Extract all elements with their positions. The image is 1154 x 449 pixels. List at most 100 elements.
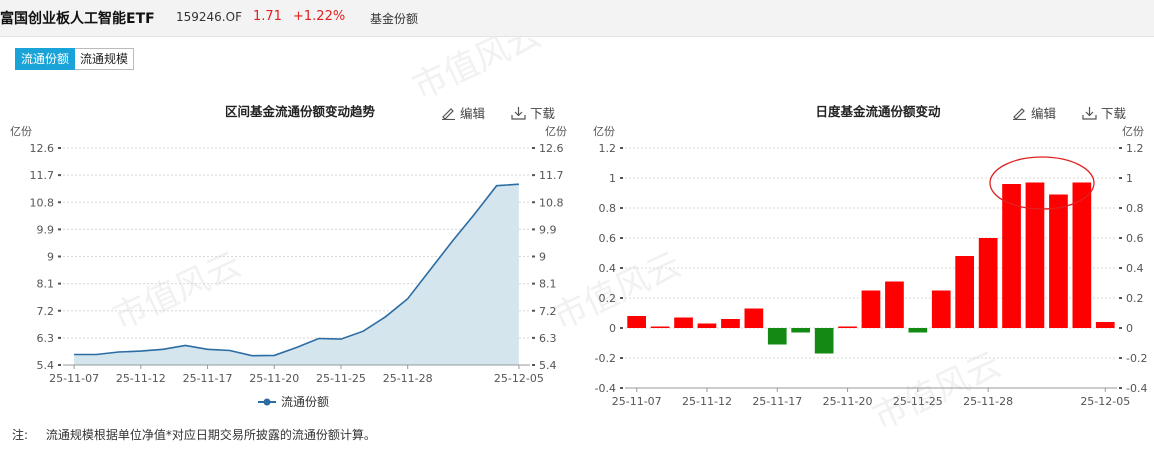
left-ytick-mark-left [58,228,61,231]
left-ytick-mark-right [532,364,535,366]
right-y-unit-right: 亿份 [1122,125,1144,138]
right-y-unit-left: 亿份 [593,125,615,138]
right-bar [697,323,717,328]
right-bar [791,328,810,333]
tab-circulating-shares[interactable]: 流通份额 [15,48,76,70]
left-xtick-label: 25-11-20 [249,372,299,385]
right-ytick-label-left: 1 [609,172,616,185]
right-ytick-mark-right [1119,267,1122,269]
left-ytick-label-left: 8.1 [37,278,55,291]
left-xtick-label: 25-11-28 [383,372,433,385]
edit-icon [1013,107,1026,120]
left-ytick-mark-left [58,282,61,285]
fund-code: 159246.OF [176,10,242,24]
right-ytick-mark-left [620,177,623,179]
right-ytick-label-right: -0.2 [1126,352,1147,365]
right-ytick-mark-left [620,147,623,149]
left-ytick-mark-right [532,336,535,339]
right-ytick-mark-left [620,267,623,269]
left-y-unit-right: 亿份 [545,125,567,138]
download-icon [1082,106,1097,120]
right-ytick-label-left: 0 [609,322,616,335]
left-ytick-label-left: 9.9 [37,223,55,236]
right-ytick-label-right: 1.2 [1126,142,1144,155]
footnote: 注: 流通规模根据单位净值*对应日期交易所披露的流通份额计算。 [12,426,376,443]
left-ytick-label-right: 5.4 [539,359,557,372]
left-y-unit-left: 亿份 [10,125,32,138]
left-ytick-mark-right [532,309,535,312]
right-ytick-mark-right [1119,357,1122,359]
right-ytick-label-right: 0.4 [1126,262,1144,275]
left-ytick-mark-right [532,201,535,204]
right-xtick-label: 25-11-12 [682,395,732,408]
tab-circulating-scale[interactable]: 流通规模 [75,48,135,70]
right-xtick-label: 25-12-05 [1080,395,1130,408]
fund-price: 1.71 [253,9,282,24]
left-ytick-label-left: 6.3 [37,332,55,345]
left-ytick-label-left: 11.7 [30,169,55,182]
right-ytick-label-right: -0.4 [1126,382,1147,395]
left-ytick-mark-right [532,282,535,285]
left-ytick-mark-left [58,201,61,204]
left-ytick-label-right: 7.2 [539,305,557,318]
right-bar [885,281,904,328]
right-bar [767,328,787,345]
right-bar [978,238,998,328]
right-ytick-mark-right [1119,147,1122,149]
right-bar [838,326,857,328]
right-xtick-label: 25-11-28 [963,395,1013,408]
right-ytick-mark-left [620,327,623,329]
right-ytick-mark-right [1119,237,1122,239]
left-xtick-label: 25-11-25 [316,372,366,385]
left-ytick-mark-right [532,255,535,258]
right-ytick-mark-left [620,357,623,359]
right-ytick-mark-left [620,387,623,389]
header-bar: 富国创业板人工智能ETF 159246.OF 1.71 +1.22% 基金份额 [0,0,1154,37]
right-ytick-label-left: 0.6 [599,232,617,245]
right-ytick-mark-right [1119,297,1122,299]
right-bar [650,326,670,328]
right-bar [861,290,881,328]
right-bar [1072,182,1092,328]
left-xtick-label: 25-11-17 [183,372,233,385]
right-bar [1049,194,1068,328]
left-ytick-label-right: 9 [539,251,546,264]
left-ytick-label-left: 5.4 [37,359,55,372]
left-ytick-label-right: 6.3 [539,332,557,345]
right-bar [931,290,951,328]
right-ytick-label-right: 0.2 [1126,292,1144,305]
right-xtick-label: 25-11-17 [752,395,802,408]
left-legend-label: 流通份额 [281,395,329,409]
right-xtick-label: 25-11-07 [612,395,662,408]
left-ytick-mark-left [58,147,61,149]
right-ytick-mark-right [1119,207,1122,209]
fund-name: 富国创业板人工智能ETF [0,11,155,27]
right-ytick-mark-right [1119,327,1122,329]
right-ytick-label-left: 0.4 [599,262,617,275]
left-ytick-label-left: 12.6 [30,142,55,155]
left-legend[interactable]: 流通份额 [258,395,329,409]
right-ytick-mark-right [1119,177,1122,179]
right-bar [908,328,928,333]
left-ytick-mark-right [532,174,535,177]
left-xtick-label: 25-11-12 [116,372,166,385]
right-ytick-label-right: 0.8 [1126,202,1144,215]
metric-label: 基金份额 [370,12,419,26]
right-ytick-mark-left [620,207,623,209]
left-ytick-label-left: 7.2 [37,305,55,318]
download-icon [511,106,526,120]
left-chart: 亿份 亿份 5.4 5.4 6.3 6.3 7.2 7.2 8.1 8.1 9 9 9.9 9.9 10… [10,125,567,409]
right-ytick-label-left: 0.2 [599,292,617,305]
right-bar [1095,322,1115,328]
right-ytick-label-left: -0.2 [595,352,616,365]
left-ytick-label-right: 10.8 [539,196,564,209]
right-ytick-mark-left [620,237,623,239]
metric-tabs: 流通份额 流通规模 [15,48,135,70]
right-ytick-label-right: 0.6 [1126,232,1144,245]
right-xtick-label: 25-11-20 [823,395,873,408]
left-ytick-label-right: 12.6 [539,142,564,155]
right-xtick-label: 25-11-25 [893,395,943,408]
left-ytick-label-right: 9.9 [539,223,557,236]
fund-change-pct: +1.22% [293,9,346,24]
right-chart: 亿份 亿份 -0.4 -0.4 -0.2 -0.2 0 0 0.2 0.2 0.4 0.4 0.6 0… [593,125,1147,408]
